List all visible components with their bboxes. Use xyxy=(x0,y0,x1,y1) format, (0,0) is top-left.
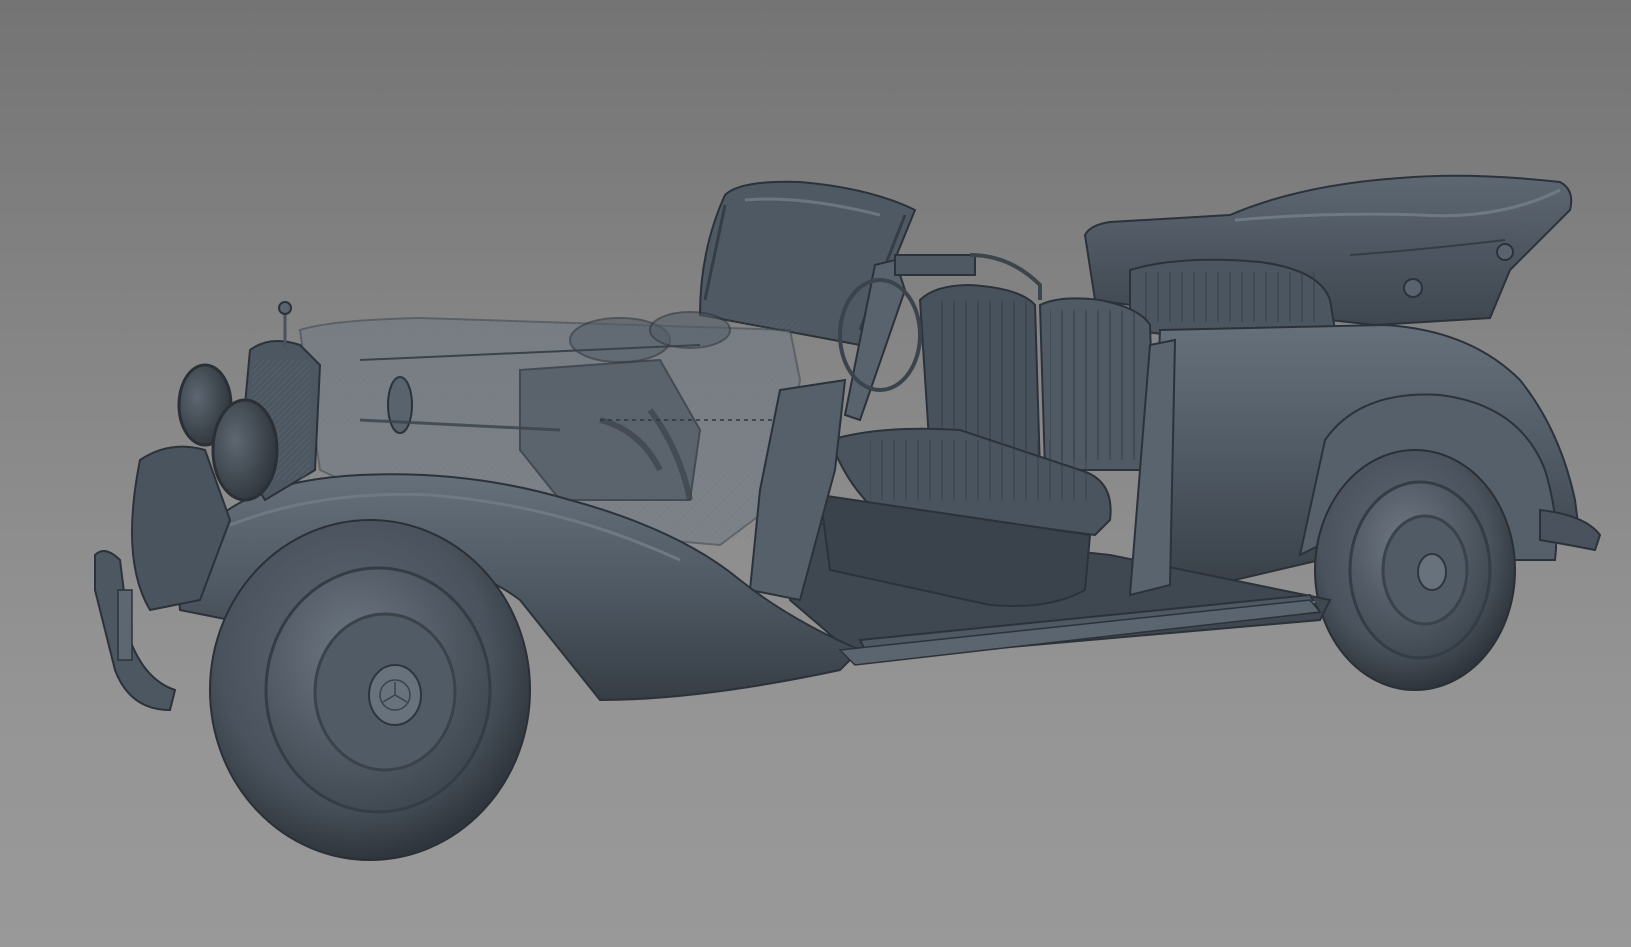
rear-wheel xyxy=(1314,449,1516,691)
car-model-render[interactable] xyxy=(0,0,1631,947)
3d-viewport[interactable] xyxy=(0,0,1631,947)
headlamp-right xyxy=(211,398,279,502)
front-wheel xyxy=(209,519,531,861)
